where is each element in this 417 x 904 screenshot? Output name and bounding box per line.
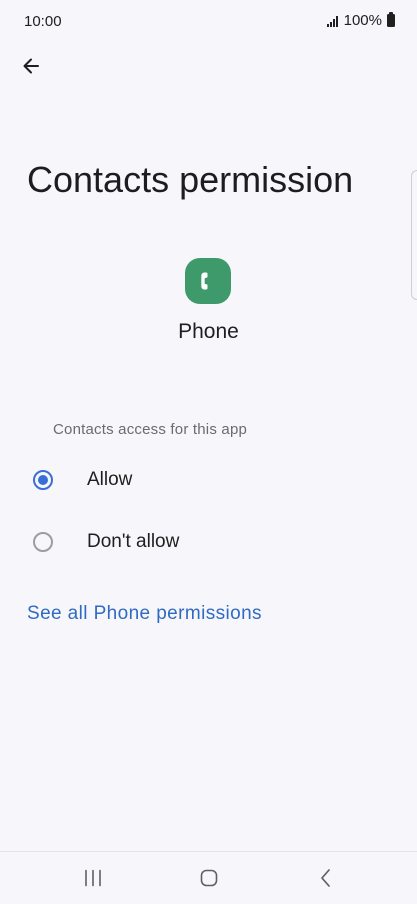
app-icon bbox=[185, 258, 231, 304]
section-label: Contacts access for this app bbox=[53, 421, 248, 438]
battery-percent: 100% bbox=[343, 12, 382, 29]
nav-back-button[interactable] bbox=[306, 864, 346, 892]
see-all-permissions-link[interactable]: See all Phone permissions bbox=[27, 603, 262, 625]
scroll-indicator[interactable] bbox=[411, 170, 417, 300]
home-icon bbox=[200, 869, 218, 887]
signal-icon bbox=[326, 15, 338, 27]
navigation-bar bbox=[0, 851, 417, 904]
nav-recents-button[interactable] bbox=[73, 864, 113, 892]
chevron-left-icon bbox=[321, 869, 330, 887]
status-bar: 10:00 100% bbox=[0, 0, 417, 44]
radio-option-dont-allow[interactable]: Don't allow bbox=[0, 516, 417, 568]
radio-option-allow[interactable]: Allow bbox=[0, 454, 417, 506]
app-name: Phone bbox=[178, 320, 239, 343]
radio-label-allow: Allow bbox=[87, 469, 133, 490]
arrow-left-icon bbox=[23, 58, 39, 74]
nav-home-button[interactable] bbox=[189, 864, 229, 892]
status-icons: 100% bbox=[326, 12, 395, 29]
radio-label-dont-allow: Don't allow bbox=[87, 531, 180, 552]
back-button[interactable] bbox=[13, 48, 49, 84]
status-time: 10:00 bbox=[24, 13, 62, 30]
radio-unchecked-icon[interactable] bbox=[33, 532, 53, 552]
page-title: Contacts permission bbox=[27, 159, 354, 200]
phone-icon bbox=[201, 272, 208, 290]
battery-icon bbox=[387, 12, 395, 27]
radio-checked-icon[interactable] bbox=[33, 470, 53, 490]
recents-icon bbox=[85, 869, 101, 887]
